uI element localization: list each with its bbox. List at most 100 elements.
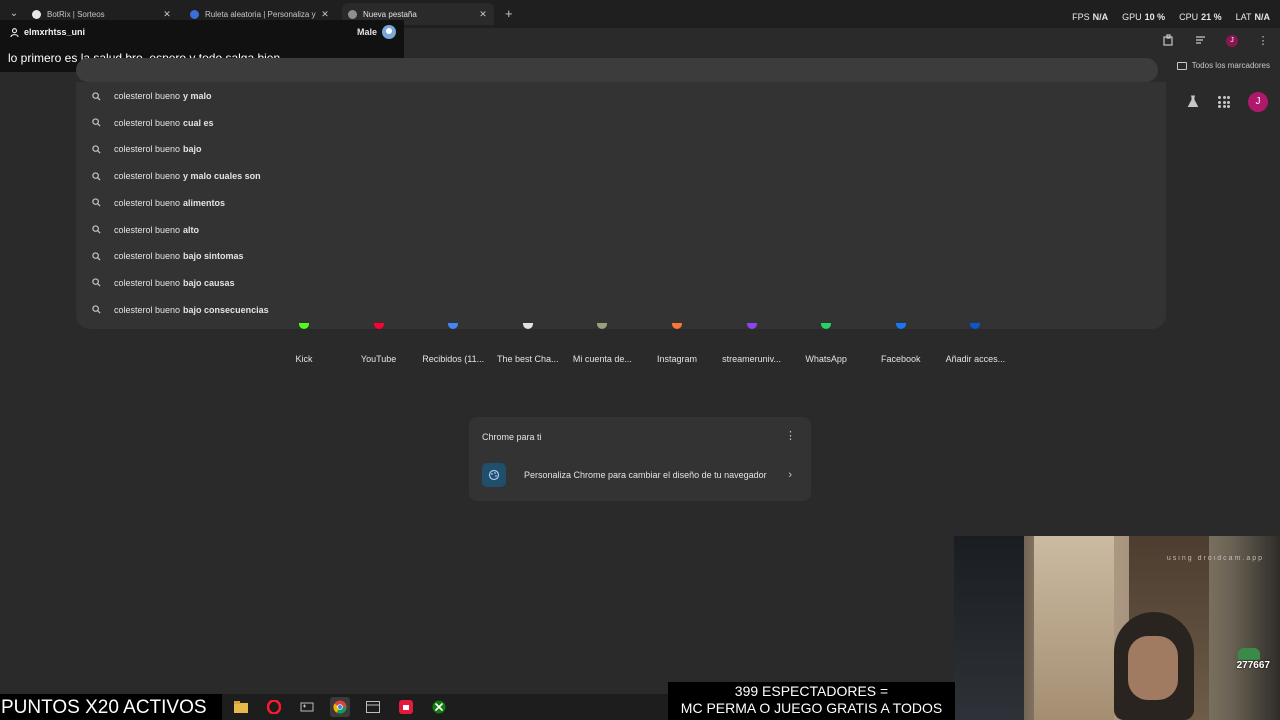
more-menu-icon[interactable]: ⋮ (1256, 34, 1270, 48)
omnibox-input[interactable] (76, 58, 1158, 82)
webcam-badge-count: 277667 (1236, 660, 1270, 671)
botrix-icon (32, 9, 41, 19)
all-bookmarks-button[interactable]: Todos los marcadores (1176, 61, 1270, 70)
profile-avatar[interactable]: J (1248, 92, 1268, 112)
suggestion-item[interactable]: colesterol bueno bajo causas (92, 273, 235, 293)
new-tab-plus-icon[interactable]: + (505, 6, 513, 21)
suggestion-item[interactable]: colesterol bueno bajo consecuencias (92, 300, 269, 320)
spectators-line-1: 399 ESPECTADORES = (734, 683, 889, 699)
suggestion-prefix: colesterol bueno (114, 277, 181, 288)
suggestion-prefix: colesterol bueno (114, 117, 181, 128)
shortcut-favicon-icon (597, 323, 608, 329)
chrome-para-ti-card: Chrome para ti ⋮ Personaliza Chrome para… (469, 417, 811, 501)
shortcuts-grid: Kick YouTube Recibidos (11... The best Cha.… (266, 320, 1016, 370)
search-icon (92, 91, 101, 101)
suggestion-item[interactable]: colesterol bueno y malo (92, 86, 212, 106)
shortcut-label: Añadir acces... (945, 354, 1006, 364)
webcam-window-area (954, 536, 1024, 720)
chat-username-text: elmxrhtss_uni (24, 27, 86, 37)
search-icon (92, 118, 101, 127)
shortcut-label: Instagram (656, 354, 698, 364)
file-explorer-icon[interactable] (231, 697, 251, 717)
tab-title: BotRix | Sorteos (47, 9, 105, 19)
chrome-icon[interactable] (330, 697, 350, 717)
game-launcher-icon[interactable] (297, 697, 317, 717)
search-icon (92, 305, 101, 314)
search-icon (92, 198, 101, 207)
shortcut-tile[interactable]: Facebook (863, 320, 939, 364)
chrome-icon (348, 9, 357, 19)
shortcut-label: WhatsApp (805, 354, 847, 364)
shortcut-tile[interactable]: streameruniv... (714, 320, 790, 364)
shortcut-favicon-icon (299, 323, 309, 329)
folder-icon (1176, 61, 1187, 70)
reading-list-icon[interactable] (1194, 34, 1208, 48)
shortcut-favicon-icon (373, 323, 384, 329)
shortcut-tile[interactable]: Añadir acces... (937, 320, 1013, 364)
user-icon (10, 27, 19, 37)
suggestion-item[interactable]: colesterol bueno alto (92, 220, 199, 240)
shortcut-label: Recibidos (11... (422, 354, 485, 364)
search-icon (92, 225, 101, 234)
apps-grid-icon[interactable] (1218, 96, 1230, 108)
red-app-icon[interactable] (396, 697, 416, 717)
shortcut-favicon-icon (746, 323, 757, 329)
suggestion-prefix: colesterol bueno (114, 251, 181, 262)
search-icon (92, 252, 101, 261)
bookmarks-label: Todos los marcadores (1191, 61, 1270, 70)
suggestion-item[interactable]: colesterol bueno bajo sintomas (92, 246, 244, 266)
gpu-readout: GPU 10 % (1122, 12, 1166, 22)
suggestion-suffix: y malo (183, 91, 212, 101)
suggestion-item[interactable]: colesterol bueno cual es (92, 113, 214, 133)
suggestion-item[interactable]: colesterol bueno bajo (92, 139, 202, 159)
spectators-banner: 399 ESPECTADORES = MC PERMA O JUEGO GRAT… (668, 682, 955, 720)
shortcut-favicon-icon (522, 323, 533, 329)
suggestion-prefix: colesterol bueno (114, 171, 181, 182)
chat-username: elmxrhtss_uni (10, 27, 85, 37)
extensions-icon[interactable] (1162, 34, 1176, 48)
suggestion-prefix: colesterol bueno (114, 224, 181, 235)
webcam-face (1128, 636, 1178, 700)
webcam-shelf (1034, 536, 1114, 720)
customize-chrome-text: Personaliza Chrome para cambiar el diseñ… (524, 470, 767, 480)
tab-title: Nueva pestaña (363, 9, 417, 19)
card-more-icon[interactable]: ⋮ (785, 429, 796, 442)
shortcut-tile[interactable]: The best Cha... (490, 320, 566, 364)
shortcut-label: Mi cuenta de... (572, 354, 632, 364)
opera-icon[interactable] (264, 697, 284, 717)
media-app-icon[interactable] (363, 697, 383, 717)
shortcut-tile[interactable]: Recibidos (11... (415, 320, 491, 364)
shortcut-favicon-icon (821, 323, 832, 329)
shortcut-tile[interactable]: Mi cuenta de... (564, 320, 640, 364)
suggestion-suffix: bajo causas (183, 277, 235, 288)
chat-gender: Male (357, 25, 396, 39)
labs-flask-icon[interactable] (1186, 95, 1200, 109)
shortcut-tile[interactable]: Instagram (639, 320, 715, 364)
customize-chrome-row[interactable]: Personaliza Chrome para cambiar el diseñ… (482, 463, 800, 487)
suggestion-prefix: colesterol bueno (114, 304, 181, 315)
suggestion-suffix: bajo (183, 144, 202, 155)
shortcut-tile[interactable]: Kick (266, 320, 342, 364)
tab-title: Ruleta aleatoria | Personaliza y (205, 9, 316, 19)
suggestion-suffix: cual es (183, 117, 214, 128)
shortcut-label: Facebook (881, 354, 921, 364)
toolbar-actions: J ⋮ (1162, 34, 1270, 48)
suggestion-suffix: alto (183, 224, 200, 235)
close-icon[interactable]: ✕ (320, 9, 330, 20)
close-icon[interactable]: ✕ (162, 9, 172, 20)
ntp-header-actions: J (1186, 92, 1268, 112)
palette-icon (482, 463, 506, 487)
close-icon[interactable]: ✕ (478, 9, 488, 20)
card-title: Chrome para ti (482, 432, 542, 442)
shortcut-tile[interactable]: YouTube (341, 320, 417, 364)
shortcut-tile[interactable]: WhatsApp (788, 320, 864, 364)
suggestion-item[interactable]: colesterol bueno y malo cuales son (92, 166, 261, 186)
profile-avatar-small[interactable]: J (1226, 35, 1238, 47)
suggestion-item[interactable]: colesterol bueno alimentos (92, 193, 225, 213)
omnibox-suggestions-dropdown: colesterol bueno y malo colesterol bueno cu… (76, 82, 1166, 329)
shortcut-label: YouTube (360, 354, 397, 364)
puntos-banner: PUNTOS X20 ACTIVOS (0, 694, 222, 720)
suggestion-suffix: bajo sintomas (183, 251, 244, 262)
suggestion-prefix: colesterol bueno (114, 91, 181, 101)
xbox-icon[interactable] (429, 697, 449, 717)
